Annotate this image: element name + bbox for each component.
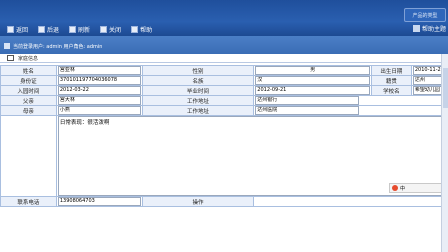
- scrollbar-thumb[interactable]: [443, 68, 448, 108]
- close-button[interactable]: 关闭: [97, 25, 124, 35]
- action-label: 操作: [141, 196, 255, 207]
- mother-work-input[interactable]: 达州医院: [255, 106, 360, 115]
- page-icon: [7, 55, 14, 61]
- name-input[interactable]: 宫亚林: [57, 66, 141, 75]
- action-cell: [253, 196, 448, 207]
- phone-label: 联系电话: [0, 196, 57, 207]
- help-icon: [131, 26, 139, 33]
- ethnicity-input[interactable]: 汉: [255, 76, 370, 85]
- forward-icon: [38, 26, 46, 33]
- ime-logo-icon: [392, 185, 398, 191]
- back-icon: [7, 26, 14, 33]
- mother-work-label: 工作地址: [141, 105, 255, 116]
- back-button[interactable]: 返回: [4, 25, 31, 35]
- ethnicity-label: 名族: [141, 75, 255, 86]
- family-info-form: 姓名 宫亚林 性别 男 出生日期 2010-11-23 身份证 37010119…: [0, 65, 448, 207]
- help-topics-icon: [412, 25, 420, 32]
- enroll-date-input[interactable]: 2012-03-22: [57, 86, 141, 95]
- father-work-input[interactable]: 达州银行: [255, 96, 360, 105]
- birthdate-label: 出生日期: [370, 65, 412, 76]
- forward-button[interactable]: 后退: [35, 25, 62, 35]
- hometown-label: 籍贯: [370, 75, 412, 86]
- user-icon: [4, 43, 10, 49]
- gender-input[interactable]: 男: [255, 66, 370, 75]
- vertical-scrollbar[interactable]: [441, 54, 448, 252]
- father-work-label: 工作地址: [141, 95, 255, 106]
- status-text: 当前登录用户: admin 用户角色: admin: [13, 44, 103, 50]
- page-title: 家庭信息: [18, 56, 39, 62]
- brand-badge: 产品的类型: [404, 8, 446, 22]
- refresh-icon: [69, 26, 77, 33]
- school-label: 学校名: [370, 85, 412, 96]
- ime-mode: 中: [400, 185, 406, 192]
- refresh-button[interactable]: 刷新: [66, 25, 93, 35]
- ime-toolbar[interactable]: 中: [389, 183, 443, 193]
- status-bar: 当前登录用户: admin 用户角色: admin: [0, 36, 448, 54]
- father-input[interactable]: 宫大林: [57, 96, 141, 105]
- mother-input[interactable]: 小燕: [57, 106, 141, 115]
- help-topics-button[interactable]: 帮助主题: [412, 24, 446, 33]
- remarks-text: 日常表现：很活泼啊: [59, 120, 110, 126]
- id-card-input[interactable]: 370101197704036078: [57, 76, 141, 85]
- father-label: 父亲: [0, 95, 57, 106]
- page-title-bar: 家庭信息: [0, 54, 448, 63]
- help-button[interactable]: 帮助: [128, 25, 155, 35]
- name-label: 姓名: [0, 65, 57, 76]
- phone-input[interactable]: 13908064703: [57, 197, 141, 206]
- graduate-date-label: 毕业时间: [141, 85, 255, 96]
- graduate-date-input[interactable]: 2012-09-21: [255, 86, 370, 95]
- id-card-label: 身份证: [0, 75, 57, 86]
- toolbar: 返回 后退 刷新 关闭 帮助: [0, 23, 155, 36]
- header-bar: 返回 后退 刷新 关闭 帮助 产品的类型 帮助主题: [0, 0, 448, 36]
- gender-label: 性别: [141, 65, 255, 76]
- remarks-label-cell: [0, 115, 57, 197]
- mother-label: 母亲: [0, 105, 57, 116]
- close-icon: [100, 26, 108, 33]
- enroll-date-label: 入园时间: [0, 85, 57, 96]
- remarks-textarea[interactable]: 日常表现：很活泼啊 中: [57, 116, 446, 196]
